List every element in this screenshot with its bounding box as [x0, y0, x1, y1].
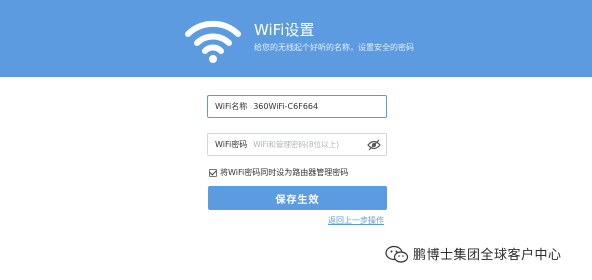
page-subtitle: 给您的无线起个好听的名称，设置安全的密码 [254, 43, 414, 52]
same-password-label: 将WiFi密码同时设为路由器管理密码 [220, 168, 349, 177]
back-link[interactable]: 返回上一步操作 [328, 215, 384, 226]
eye-hidden-icon[interactable] [367, 139, 381, 151]
wifi-password-label: WiFi密码 [215, 140, 248, 149]
wifi-password-input[interactable]: WiFi和管理密码(8位以上) [253, 139, 339, 150]
watermark: 鹏博士集团全球客户中心 [385, 244, 562, 263]
same-password-option[interactable]: 将WiFi密码同时设为路由器管理密码 [209, 167, 348, 178]
wifi-name-field[interactable]: WiFi名称 360WiFi-C6F664 [207, 95, 387, 118]
wechat-icon [385, 245, 409, 263]
wifi-icon [185, 20, 241, 63]
save-button[interactable]: 保存生效 [208, 186, 387, 210]
same-password-checkbox[interactable] [209, 168, 217, 177]
wifi-name-label: WiFi名称 [215, 102, 248, 111]
watermark-text: 鹏博士集团全球客户中心 [413, 248, 562, 263]
page-title: WiFi设置 [254, 21, 315, 39]
wifi-name-input[interactable]: 360WiFi-C6F664 [253, 102, 318, 111]
wifi-password-field[interactable]: WiFi密码 WiFi和管理密码(8位以上) [207, 133, 387, 156]
header-banner: WiFi设置 给您的无线起个好听的名称，设置安全的密码 [0, 0, 592, 77]
wifi-settings-page: WiFi设置 给您的无线起个好听的名称，设置安全的密码 WiFi名称 360Wi… [0, 0, 592, 280]
